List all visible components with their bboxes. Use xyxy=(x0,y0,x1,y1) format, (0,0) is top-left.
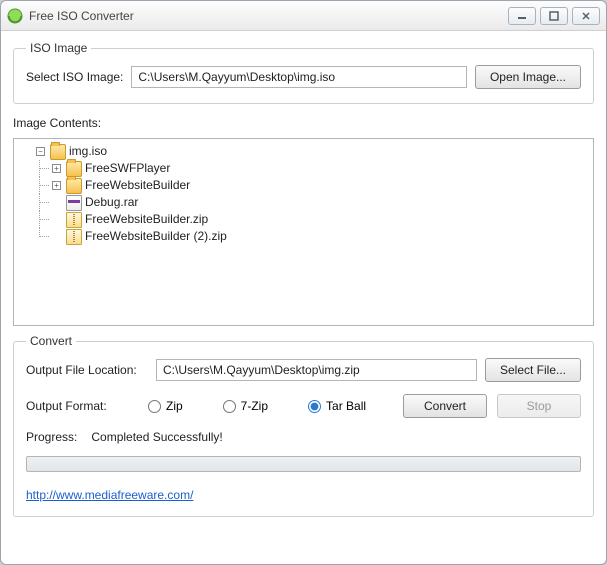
tree-item-label: Debug.rar xyxy=(85,194,138,211)
window-title: Free ISO Converter xyxy=(29,9,508,23)
iso-path-input[interactable] xyxy=(131,66,467,88)
tree-item-label: FreeWebsiteBuilder xyxy=(85,177,190,194)
rar-icon xyxy=(66,195,82,211)
content-area: ISO Image Select ISO Image: Open Image..… xyxy=(1,31,606,564)
folder-icon xyxy=(50,144,66,160)
collapse-icon[interactable]: − xyxy=(36,147,45,156)
select-file-button[interactable]: Select File... xyxy=(485,358,581,382)
format-tarball[interactable]: Tar Ball xyxy=(308,399,366,413)
iso-legend: ISO Image xyxy=(26,41,91,55)
convert-group: Convert Output File Location: Select Fil… xyxy=(13,334,594,517)
contents-tree[interactable]: − img.iso + FreeSWFPlayer + FreeWebsiteBuil… xyxy=(13,138,594,326)
zip-icon xyxy=(66,212,82,228)
tree-item[interactable]: Debug.rar xyxy=(52,194,587,211)
tree-root-label: img.iso xyxy=(69,143,107,160)
app-icon xyxy=(7,8,23,24)
format-zip-radio[interactable] xyxy=(148,400,161,413)
format-zip[interactable]: Zip xyxy=(148,399,183,413)
tree-item[interactable]: FreeWebsiteBuilder (2).zip xyxy=(52,228,587,245)
tree-item[interactable]: + FreeWebsiteBuilder xyxy=(52,177,587,194)
progress-status: Completed Successfully! xyxy=(91,430,222,444)
convert-legend: Convert xyxy=(26,334,76,348)
image-contents-label: Image Contents: xyxy=(13,116,594,130)
close-button[interactable] xyxy=(572,7,600,25)
expand-icon[interactable]: + xyxy=(52,181,61,190)
expand-icon[interactable]: + xyxy=(52,164,61,173)
tree-item-label: FreeWebsiteBuilder.zip xyxy=(85,211,208,228)
window-controls xyxy=(508,7,600,25)
titlebar[interactable]: Free ISO Converter xyxy=(1,1,606,31)
convert-button[interactable]: Convert xyxy=(403,394,487,418)
progress-bar xyxy=(26,456,581,472)
progress-label: Progress: xyxy=(26,430,77,444)
minimize-button[interactable] xyxy=(508,7,536,25)
tree-spacer xyxy=(52,232,61,241)
maximize-button[interactable] xyxy=(540,7,568,25)
folder-icon xyxy=(66,178,82,194)
output-path-input[interactable] xyxy=(156,359,477,381)
app-window: Free ISO Converter ISO Image Select ISO … xyxy=(0,0,607,565)
format-7zip-radio[interactable] xyxy=(223,400,236,413)
tree-item-label: FreeWebsiteBuilder (2).zip xyxy=(85,228,227,245)
iso-image-group: ISO Image Select ISO Image: Open Image..… xyxy=(13,41,594,104)
output-format-label: Output Format: xyxy=(26,399,148,413)
select-iso-label: Select ISO Image: xyxy=(26,70,123,84)
tree-spacer xyxy=(52,198,61,207)
tree-root[interactable]: − img.iso xyxy=(36,143,587,160)
format-tarball-radio[interactable] xyxy=(308,400,321,413)
output-location-label: Output File Location: xyxy=(26,363,148,377)
tree-item[interactable]: + FreeSWFPlayer xyxy=(52,160,587,177)
zip-icon xyxy=(66,229,82,245)
format-radio-group: Zip 7-Zip Tar Ball xyxy=(148,399,366,413)
tree-spacer xyxy=(52,215,61,224)
tree-item-label: FreeSWFPlayer xyxy=(85,160,170,177)
folder-icon xyxy=(66,161,82,177)
tree-item[interactable]: FreeWebsiteBuilder.zip xyxy=(52,211,587,228)
stop-button: Stop xyxy=(497,394,581,418)
website-link[interactable]: http://www.mediafreeware.com/ xyxy=(26,484,581,502)
open-image-button[interactable]: Open Image... xyxy=(475,65,581,89)
format-7zip[interactable]: 7-Zip xyxy=(223,399,268,413)
